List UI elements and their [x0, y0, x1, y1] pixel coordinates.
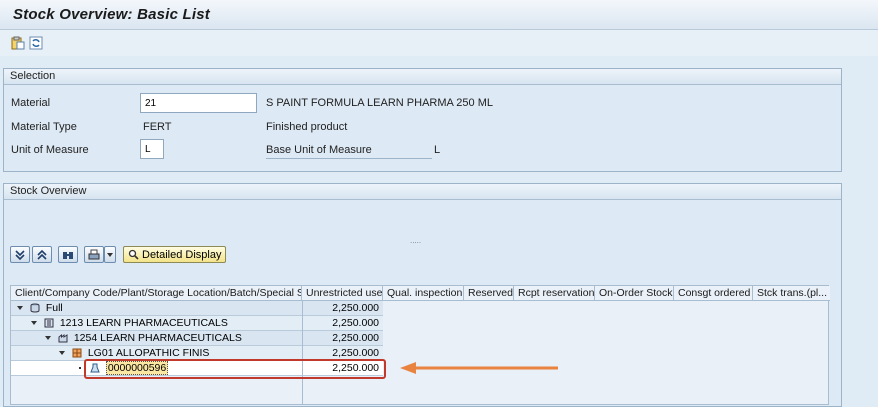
- column-divider: [302, 376, 303, 405]
- arrow-left-icon: [400, 362, 558, 374]
- tree-node-label: LG01 ALLOPATHIC FINIS: [87, 347, 210, 359]
- uom-label: Unit of Measure: [11, 144, 89, 156]
- company-icon: [44, 318, 54, 328]
- expand-toggle-icon[interactable]: [59, 351, 65, 356]
- database-icon: [30, 303, 40, 313]
- expand-toggle-icon[interactable]: [17, 306, 23, 311]
- unrestricted-value: 2,250.000: [302, 331, 383, 346]
- title-bar: Stock Overview: Basic List: [0, 0, 878, 30]
- refresh-icon[interactable]: [29, 36, 43, 50]
- magnifier-icon: [128, 249, 139, 260]
- selection-header: Selection: [4, 69, 841, 85]
- expand-toggle-icon[interactable]: [45, 336, 51, 341]
- col-header-unrestricted[interactable]: Unrestricted use: [302, 286, 383, 301]
- print-dropdown-button[interactable]: [104, 246, 116, 263]
- material-label: Material: [11, 97, 51, 109]
- tree-node-label: 1254 LEARN PHARMACEUTICALS: [73, 332, 242, 344]
- col-header-stock-transfer[interactable]: Stck trans.(pl...: [753, 286, 830, 301]
- tree-node-label: 1213 LEARN PHARMACEUTICALS: [59, 317, 228, 329]
- tree-row-plant[interactable]: 1254 LEARN PHARMACEUTICALS 2,250.000: [11, 331, 383, 346]
- collapse-icon: [37, 249, 47, 260]
- print-button[interactable]: [84, 246, 104, 263]
- expand-toggle-icon[interactable]: [31, 321, 37, 326]
- stock-overview-header: Stock Overview: [4, 184, 841, 200]
- material-type-value: FERT: [143, 121, 172, 133]
- col-header-consgt-ordered[interactable]: Consgt ordered: [674, 286, 753, 301]
- expand-all-button[interactable]: [10, 246, 30, 263]
- detailed-display-label: Detailed Display: [142, 248, 222, 261]
- highlight-box: [84, 359, 386, 379]
- unrestricted-value: 2,250.000: [302, 301, 383, 316]
- col-header-reserved[interactable]: Reserved: [464, 286, 514, 301]
- binoculars-icon: [63, 251, 73, 259]
- material-type-label: Material Type: [11, 121, 77, 133]
- stock-tree-grid: Client/Company Code/Plant/Storage Locati…: [10, 285, 830, 405]
- expand-icon: [15, 249, 25, 260]
- app-toolbar: [0, 30, 878, 56]
- base-uom-value: L: [434, 144, 441, 156]
- window-title: Stock Overview: Basic List: [13, 6, 210, 23]
- tree-row-full[interactable]: Full 2,250.000: [11, 301, 383, 316]
- material-input[interactable]: [140, 93, 257, 113]
- col-header-qual-inspection[interactable]: Qual. inspection: [383, 286, 464, 301]
- unrestricted-value: 2,250.000: [302, 316, 383, 331]
- uom-input[interactable]: [140, 139, 164, 159]
- find-button[interactable]: [58, 246, 78, 263]
- material-type-description: Finished product: [266, 121, 348, 133]
- chevron-down-icon: [107, 252, 113, 257]
- col-header-rcpt-reservation[interactable]: Rcpt reservation: [514, 286, 595, 301]
- printer-icon: [88, 249, 100, 259]
- col-header-hierarchy[interactable]: Client/Company Code/Plant/Storage Locati…: [11, 286, 302, 301]
- splitter-handle[interactable]: .....: [410, 236, 421, 245]
- col-header-on-order[interactable]: On-Order Stock: [595, 286, 674, 301]
- tree-row-company-code[interactable]: 1213 LEARN PHARMACEUTICALS 2,250.000: [11, 316, 383, 331]
- base-uom-underline: [266, 158, 432, 159]
- collapse-all-button[interactable]: [32, 246, 52, 263]
- detailed-display-button[interactable]: Detailed Display: [123, 246, 227, 263]
- clipboard-icon[interactable]: [11, 36, 25, 50]
- leaf-dot-icon: [79, 367, 81, 370]
- plant-icon: [58, 334, 68, 343]
- tree-node-label: Full: [45, 302, 63, 314]
- storage-location-icon: [72, 348, 82, 358]
- selection-panel: Selection: [3, 68, 842, 172]
- material-description: S PAINT FORMULA LEARN PHARMA 250 ML: [266, 97, 493, 109]
- base-uom-label: Base Unit of Measure: [266, 144, 372, 156]
